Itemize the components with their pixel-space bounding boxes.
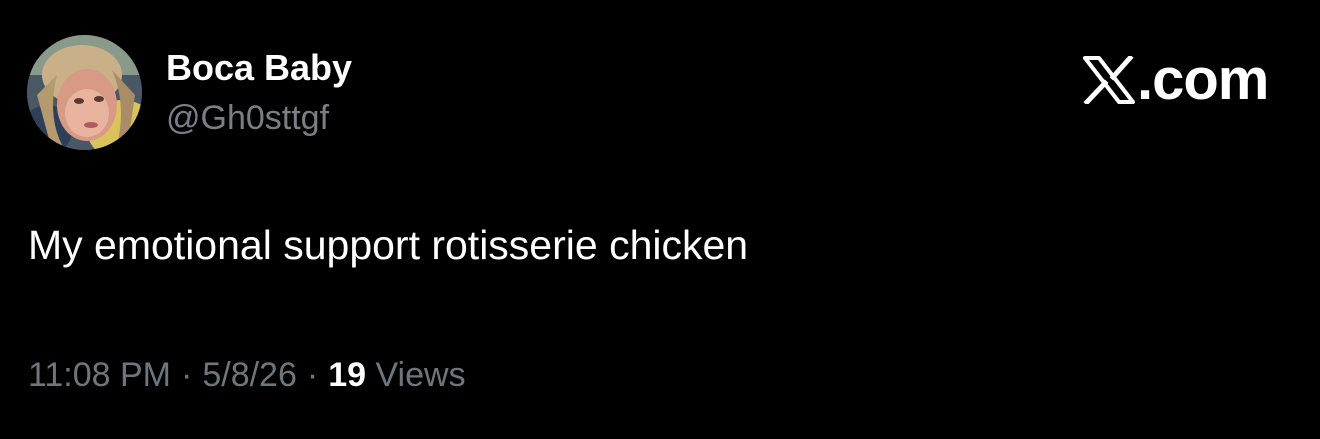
meta-separator: · — [306, 356, 319, 394]
views-label[interactable]: Views — [375, 356, 465, 394]
tweet-text: My emotional support rotisserie chicken — [28, 222, 749, 268]
x-logo-icon — [1083, 56, 1135, 104]
tweet-date[interactable]: 5/8/26 — [202, 356, 297, 394]
author-display-name[interactable]: Boca Baby — [166, 48, 352, 88]
views-count[interactable]: 19 — [328, 356, 366, 394]
meta-separator: · — [181, 356, 193, 394]
tweet-meta: 11:08 PM · 5/8/26 · 19 Views — [28, 354, 466, 396]
brand-watermark: .com — [1083, 47, 1269, 112]
tweet-card: Boca Baby @Gh0sttgf .com My emotional su… — [0, 0, 1320, 439]
tweet-time[interactable]: 11:08 PM — [28, 356, 171, 394]
avatar[interactable] — [27, 35, 142, 150]
author-handle[interactable]: @Gh0sttgf — [166, 98, 329, 138]
brand-domain: .com — [1137, 47, 1269, 112]
avatar-image — [27, 35, 142, 150]
